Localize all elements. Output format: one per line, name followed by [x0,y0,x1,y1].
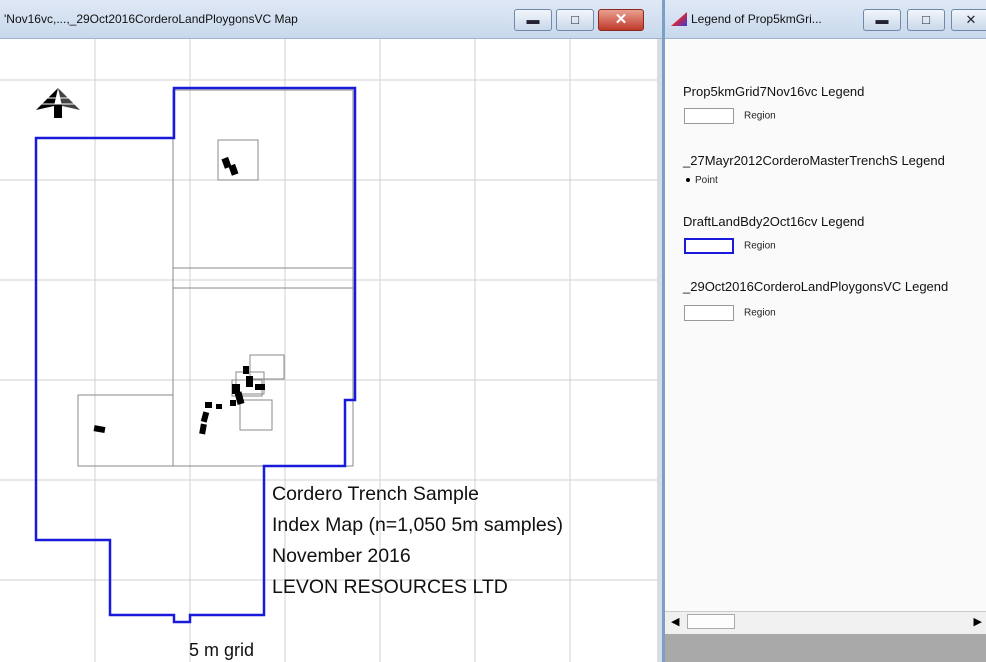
map-minimize-button[interactable]: ▬ [514,9,552,31]
minimize-icon: ▬ [875,12,889,27]
map-label-line-4: LEVON RESOURCES LTD [272,576,508,598]
map-window: 'Nov16vc,...,_29Oct2016CorderoLandPloygo… [0,0,662,662]
legend-window: Legend of Prop5kmGri... ▬ □ ✕ Prop5kmGri… [662,0,986,662]
legend-item: Point [684,175,718,186]
legend-item: Region [684,238,776,254]
map-titlebar[interactable]: 'Nov16vc,...,_29Oct2016CorderoLandPloygo… [0,0,662,39]
grey-region-swatch [684,108,734,124]
legend-section-title: _27Mayr2012CorderoMasterTrenchS Legend [683,153,945,168]
grey-region-swatch [684,305,734,321]
land-boundary [34,86,357,624]
close-icon: ✕ [965,12,977,27]
trench-samples [93,156,265,435]
legend-item-label: Point [695,175,718,186]
point-swatch [686,178,690,183]
legend-item-label: Region [744,307,776,319]
maximize-icon: □ [571,12,579,27]
legend-close-button[interactable]: ✕ [951,9,986,31]
legend-maximize-button[interactable]: □ [907,9,945,31]
legend-status-area [665,634,986,662]
close-icon: ✕ [614,11,628,28]
legend-horizontal-scrollbar[interactable]: ◀ ▶ [665,611,986,634]
north-arrow-icon [36,88,80,118]
maximize-icon: □ [922,12,930,27]
map-grid [0,39,657,662]
legend-window-title: Legend of Prop5kmGri... [691,12,822,26]
map-label-line-1: Cordero Trench Sample [272,483,480,505]
legend-item-label: Region [744,240,776,252]
legend-minimize-button[interactable]: ▬ [863,9,901,31]
legend-section-title: Prop5kmGrid7Nov16vc Legend [683,84,865,99]
scroll-left-icon[interactable]: ◀ [671,615,679,628]
map-canvas[interactable] [0,39,657,662]
map-label-line-3: November 2016 [272,545,411,567]
legend-item-label: Region [744,110,776,122]
legend-section-title: DraftLandBdy2Oct16cv Legend [683,214,865,229]
map-window-title: 'Nov16vc,...,_29Oct2016CorderoLandPloygo… [4,12,298,26]
map-label-line-2: Index Map (n=1,050 5m samples) [272,514,564,536]
legend-item: Region [684,108,776,124]
map-close-button[interactable]: ✕ [598,9,644,31]
blue-region-swatch [684,238,734,254]
legend-item: Region [684,305,776,321]
legend-section-title: _29Oct2016CorderoLandPloygonsVC Legend [683,279,949,294]
scroll-right-icon[interactable]: ▶ [974,615,982,628]
land-polygons [77,89,354,467]
legend-titlebar[interactable]: Legend of Prop5kmGri... ▬ □ ✕ [665,0,986,39]
minimize-icon: ▬ [526,12,540,27]
scale-label: 5 m grid [189,640,255,660]
legend-app-icon [671,12,687,26]
scrollbar-thumb[interactable] [687,614,735,629]
map-maximize-button[interactable]: □ [556,9,594,31]
